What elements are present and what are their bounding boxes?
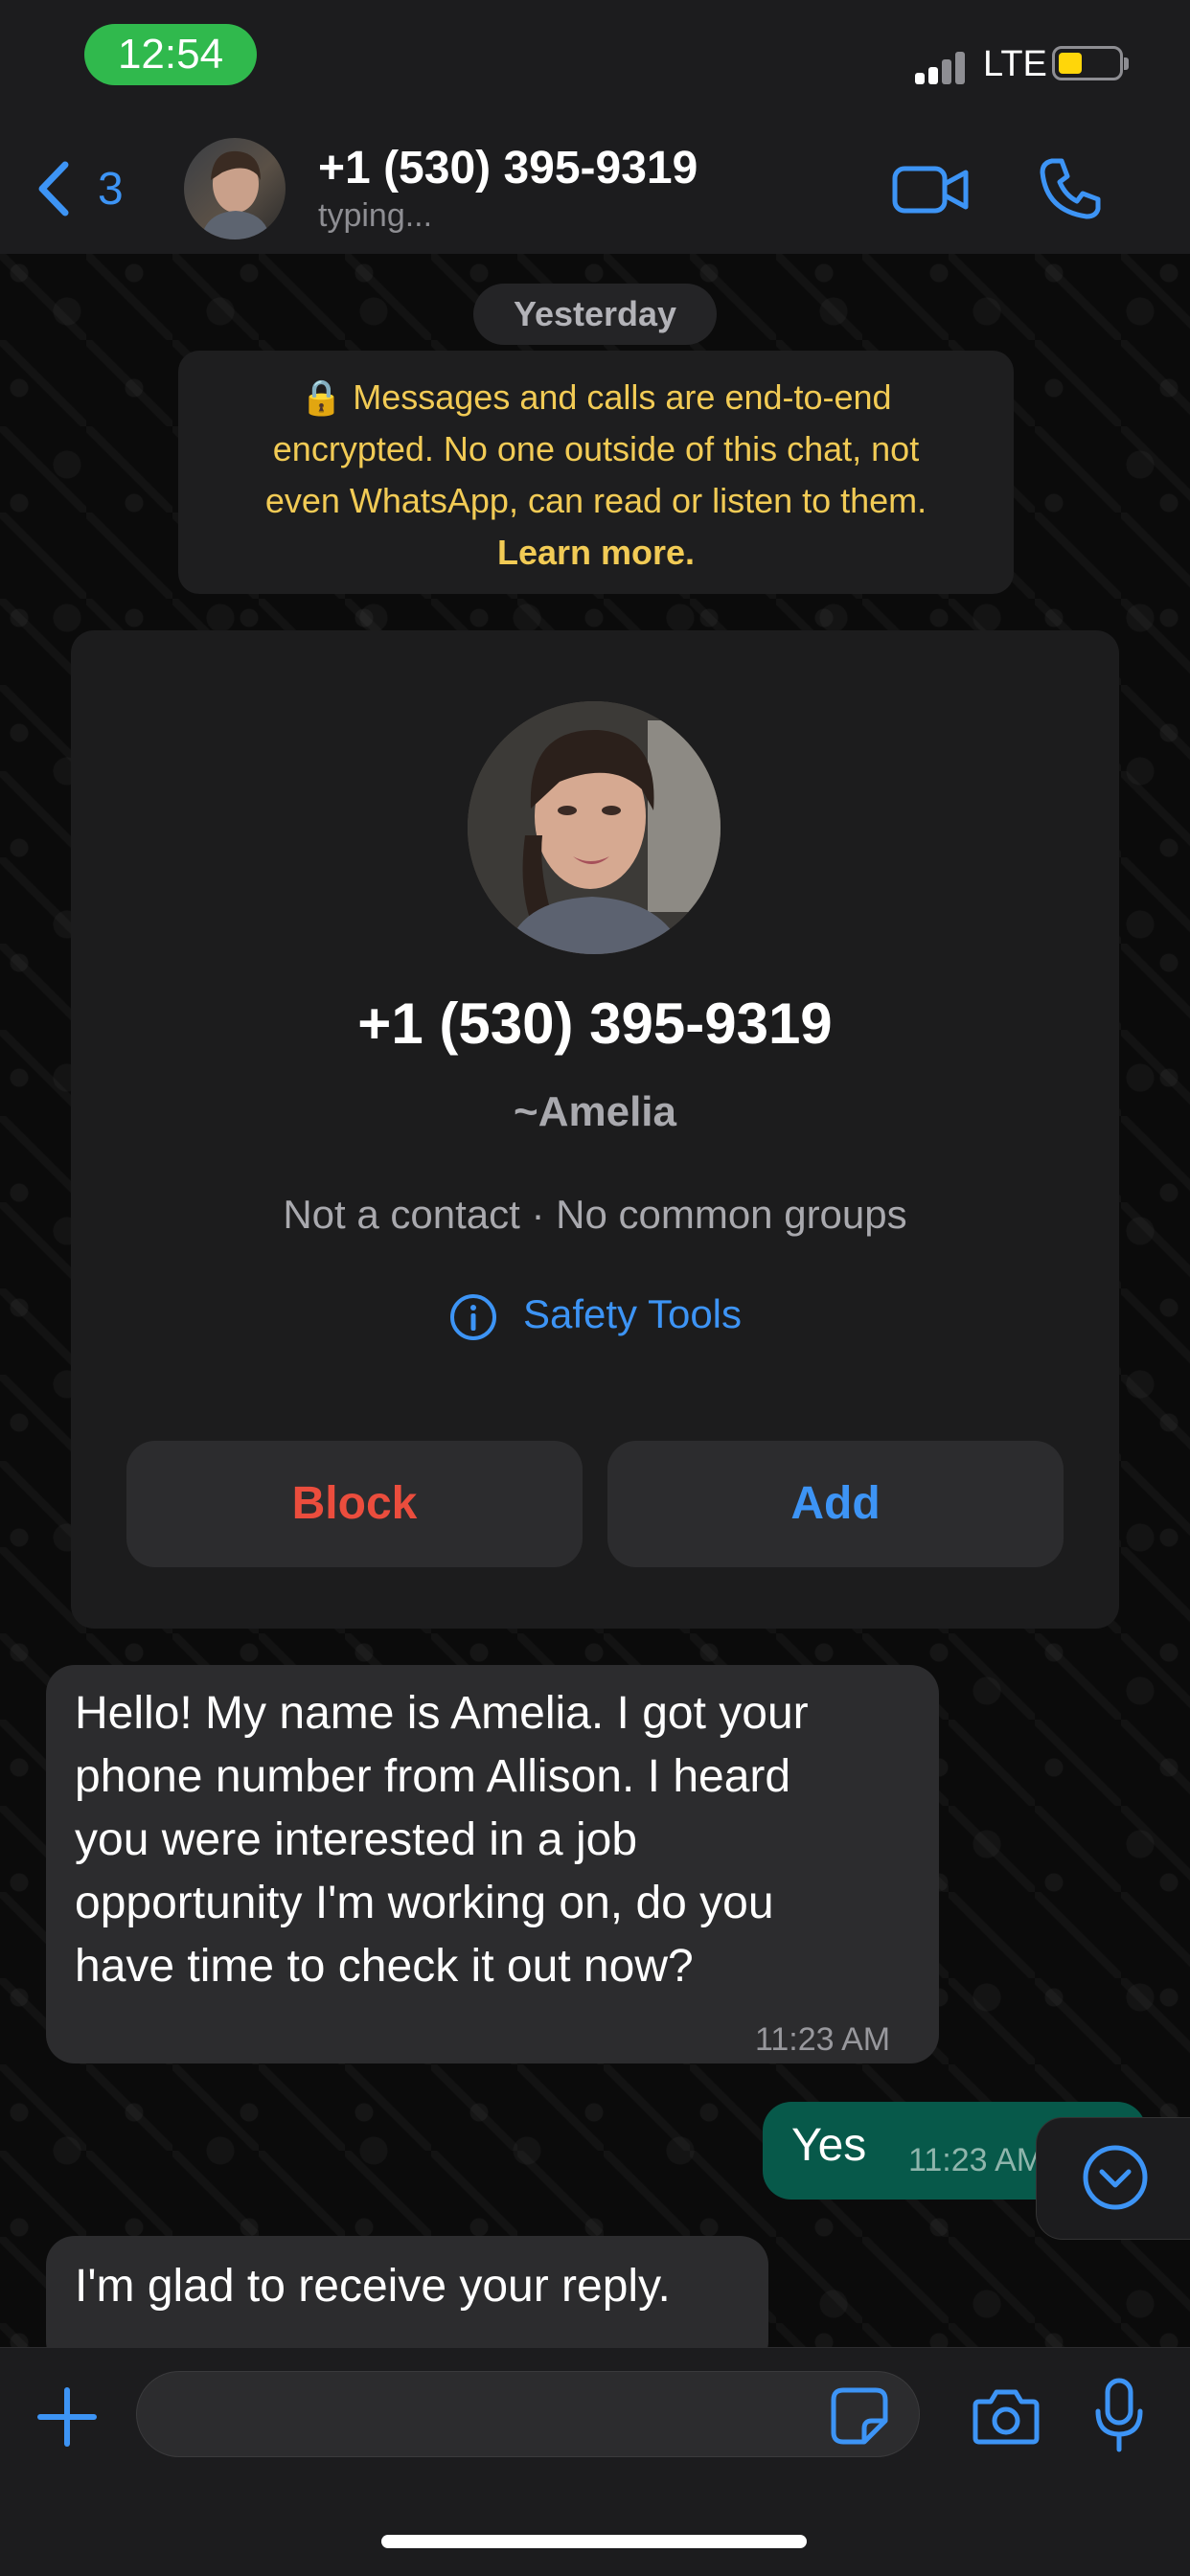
chat-header: 3 +1 (530) 395-9319 typing... [0, 125, 1190, 255]
network-type: LTE [983, 44, 1047, 84]
video-camera-icon[interactable] [891, 161, 970, 218]
info-icon [449, 1293, 496, 1340]
phone-icon[interactable] [1037, 155, 1104, 222]
message-line: Hello! My name is Amelia. I got your [75, 1688, 809, 1739]
encryption-line-3: even WhatsApp, can read or listen to the… [264, 481, 927, 520]
message-input[interactable] [136, 2371, 920, 2457]
message-line: have time to check it out now? [75, 1941, 694, 1992]
contact-card-avatar[interactable] [468, 701, 721, 954]
status-bar: 12:54 LTE [0, 0, 1190, 125]
chevron-left-icon [38, 161, 69, 217]
battery-icon [1052, 46, 1129, 80]
block-button[interactable]: Block [126, 1441, 583, 1567]
signal-strength-icon [915, 50, 973, 84]
lock-icon: 🔒 [300, 377, 344, 417]
message-time: 11:23 AM [908, 2142, 1044, 2178]
encryption-line-1: 🔒 Messages and calls are end-to-end [300, 377, 892, 417]
message-line: phone number from Allison. I heard [75, 1751, 791, 1802]
date-separator: Yesterday [473, 284, 717, 345]
contact-title[interactable]: +1 (530) 395-9319 [318, 142, 698, 194]
typing-indicator: typing... [318, 197, 433, 234]
plus-icon[interactable] [36, 2386, 98, 2448]
profile-photo [468, 701, 721, 954]
scroll-to-bottom-button[interactable] [1036, 2117, 1190, 2240]
safety-tools-label: Safety Tools [522, 1291, 743, 1336]
message-bubble-incoming[interactable]: Hello! My name is Amelia. I got your pho… [46, 1665, 939, 2063]
back-button[interactable]: 3 [34, 155, 124, 222]
contact-card-name: ~Amelia [514, 1088, 676, 1135]
contact-card: +1 (530) 395-9319 ~Amelia Not a contact … [71, 630, 1119, 1629]
learn-more-link[interactable]: Learn more. [178, 527, 1014, 579]
chevron-down-circle-icon [1083, 2145, 1148, 2210]
safety-tools-link[interactable]: Safety Tools [71, 1291, 1119, 1342]
message-line: opportunity I'm working on, do you [75, 1878, 774, 1928]
contact-card-meta: Not a contact · No common groups [283, 1192, 907, 1237]
encryption-notice[interactable]: 🔒 Messages and calls are end-to-end encr… [178, 351, 1014, 594]
message-text: I'm glad to receive your reply. [75, 2261, 671, 2312]
message-text: Yes [791, 2120, 867, 2171]
camera-icon[interactable] [972, 2382, 1041, 2451]
add-contact-button[interactable]: Add [607, 1441, 1064, 1567]
message-time: 11:23 AM [755, 2021, 891, 2058]
contact-card-phone: +1 (530) 395-9319 [357, 992, 833, 1056]
message-line: you were interested in a job [75, 1814, 638, 1865]
profile-photo [201, 150, 270, 239]
home-indicator[interactable] [381, 2535, 807, 2548]
avatar[interactable] [184, 138, 286, 239]
encryption-line-2: encrypted. No one outside of this chat, … [272, 429, 920, 468]
microphone-icon[interactable] [1092, 2377, 1146, 2453]
sticker-icon[interactable] [830, 2386, 889, 2446]
status-time: 12:54 [84, 24, 257, 85]
unread-count: 3 [98, 163, 124, 215]
